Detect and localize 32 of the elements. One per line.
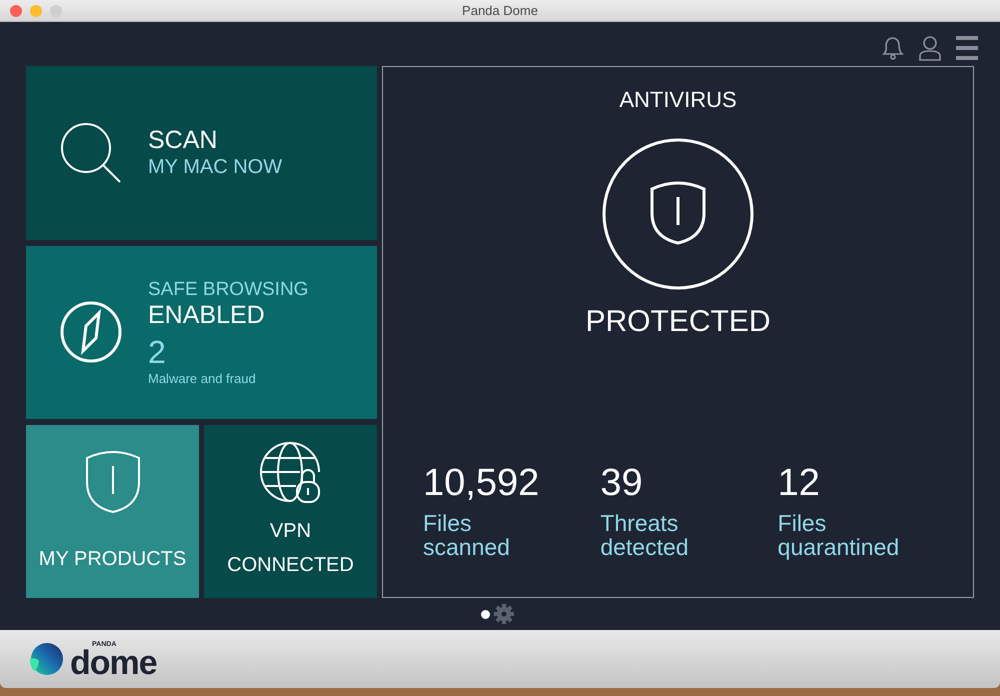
stat-value: 39 — [600, 461, 643, 506]
user-icon[interactable] — [918, 35, 942, 62]
globe-lock-icon — [260, 442, 322, 504]
stat-label: Files scanned — [423, 511, 510, 560]
page-dot[interactable] — [481, 610, 490, 619]
panel-title: ANTIVIRUS — [619, 87, 737, 114]
threat-count: 2 — [148, 334, 166, 370]
protection-status: PROTECTED — [585, 305, 770, 340]
tile-title: SCAN — [148, 126, 218, 156]
tile-title: MY PRODUCTS — [38, 546, 186, 572]
stat-label: Threats detected — [600, 511, 689, 560]
stat-value: 10,592 — [423, 461, 540, 506]
tile-title: SAFE BROWSING — [148, 278, 308, 301]
tile-title: VPN — [268, 518, 312, 544]
tile-subtitle: MY MAC NOW — [148, 155, 282, 180]
search-icon — [60, 122, 122, 184]
tile-caption: Malware and fraud — [148, 370, 257, 387]
stat-label: Files quarantined — [778, 511, 900, 560]
products-tile[interactable]: MY PRODUCTS — [26, 425, 199, 598]
stat-value: 12 — [778, 461, 820, 506]
window-title: Panda Dome — [462, 3, 538, 18]
menu-icon[interactable] — [956, 35, 978, 62]
bell-icon[interactable] — [880, 35, 904, 62]
vpn-tile[interactable]: VPN CONNECTED — [204, 425, 377, 598]
safe-browsing-tile[interactable]: SAFE BROWSING ENABLED 2 Malware and fraud — [26, 246, 377, 420]
logo-name: dome — [70, 648, 157, 678]
shield-icon — [601, 137, 755, 292]
scan-tile[interactable]: SCAN MY MAC NOW — [26, 66, 377, 240]
logo-icon — [28, 641, 64, 678]
tile-status: ENABLED — [148, 300, 266, 330]
tile-status: CONNECTED — [227, 552, 354, 578]
compass-icon — [60, 301, 122, 364]
